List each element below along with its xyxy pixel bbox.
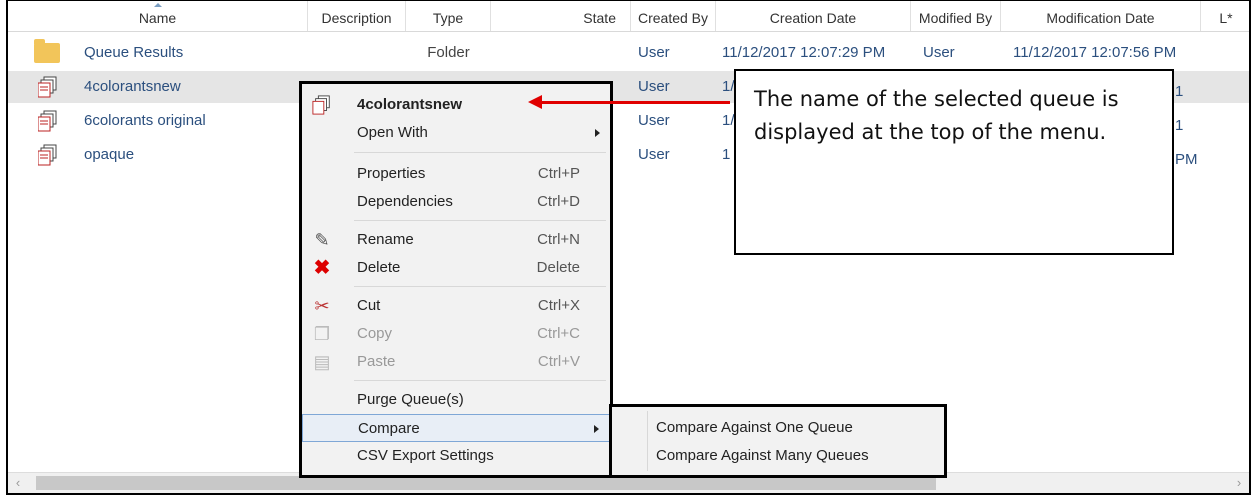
- row-creation-date: 1: [722, 146, 731, 163]
- row-type: Folder: [427, 44, 470, 61]
- submenu-arrow-icon: [594, 425, 599, 433]
- queue-icon: [38, 144, 57, 166]
- menu-item-shortcut: Ctrl+P: [537, 165, 580, 182]
- scroll-thumb[interactable]: [36, 476, 936, 490]
- arrowhead-icon: [528, 95, 542, 109]
- menu-item-label: Compare Against Many Queues: [656, 447, 869, 464]
- menu-item-shortcut: Ctrl+C: [537, 325, 580, 342]
- menu-item-shortcut: Delete: [536, 259, 580, 276]
- menu-title-label: 4colorantsnew: [357, 96, 463, 113]
- menu-item-rename[interactable]: ✎ Rename Ctrl+N: [302, 226, 610, 254]
- column-modification-date[interactable]: Modification Date: [1001, 1, 1201, 31]
- menu-item-label: Paste: [357, 353, 396, 370]
- row-modification-date: 1: [1175, 117, 1184, 134]
- menu-title: 4colorantsnew: [302, 91, 610, 119]
- menu-item-label: Rename: [357, 231, 414, 248]
- row-modification-date: 1: [1175, 83, 1184, 100]
- menu-item-properties[interactable]: Properties Ctrl+P: [302, 160, 610, 188]
- menu-item-cut[interactable]: ✂ Cut Ctrl+X: [302, 292, 610, 320]
- copy-icon: ❐: [313, 324, 331, 344]
- scissors-icon: ✂: [314, 296, 330, 316]
- compare-submenu: Compare Against One Queue Compare Agains…: [609, 404, 947, 478]
- menu-item-shortcut: Ctrl+X: [537, 297, 580, 314]
- row-created-by: User: [638, 112, 670, 129]
- menu-item-dependencies[interactable]: Dependencies Ctrl+D: [302, 188, 610, 216]
- menu-item-label: Cut: [357, 297, 381, 314]
- table-row[interactable]: Queue Results Folder User 11/12/2017 12:…: [8, 37, 1249, 69]
- menu-item-label: Dependencies: [357, 193, 453, 210]
- menu-item-delete[interactable]: ✖ Delete Delete: [302, 254, 610, 282]
- menu-separator: [354, 286, 606, 287]
- row-modification-date: 11/12/2017 12:07:56 PM: [1013, 44, 1177, 61]
- annotation-arrow: [540, 101, 730, 104]
- menu-item-label: Purge Queue(s): [357, 391, 464, 408]
- submenu-arrow-icon: [595, 129, 600, 137]
- column-modified-by[interactable]: Modified By: [911, 1, 1001, 31]
- row-name: 4colorantsnew: [84, 78, 181, 95]
- menu-item-csv-export[interactable]: CSV Export Settings: [302, 442, 610, 470]
- row-modification-date: PM: [1175, 151, 1198, 168]
- row-name: 6colorants original: [84, 112, 206, 129]
- queue-icon: [312, 95, 330, 115]
- context-menu: 4colorantsnew Open With Properties Ctrl+…: [299, 81, 613, 478]
- row-created-by: User: [638, 146, 670, 163]
- menu-item-compare[interactable]: Compare: [302, 414, 610, 442]
- column-type[interactable]: Type: [406, 1, 491, 31]
- delete-x-icon: ✖: [313, 257, 331, 279]
- menu-item-label: Delete: [357, 259, 401, 276]
- annotation-callout: The name of the selected queue is displa…: [734, 69, 1174, 255]
- column-creation-date[interactable]: Creation Date: [716, 1, 911, 31]
- row-creation-date: 1/: [722, 78, 735, 95]
- column-name-label: Name: [138, 10, 177, 26]
- column-state[interactable]: State: [491, 1, 631, 31]
- menu-item-open-with[interactable]: Open With: [302, 119, 610, 147]
- menu-separator: [354, 380, 606, 381]
- row-modified-by: User: [923, 44, 955, 61]
- column-name[interactable]: Name: [8, 1, 308, 31]
- row-created-by: User: [638, 78, 670, 95]
- paste-icon: ▤: [313, 352, 331, 372]
- column-header: Name Description Type State Created By C…: [8, 1, 1249, 32]
- row-name: opaque: [84, 146, 135, 163]
- menu-item-label: Compare Against One Queue: [656, 419, 853, 436]
- column-lstar[interactable]: L*: [1201, 1, 1249, 31]
- sort-arrow-icon: [153, 3, 162, 7]
- menu-item-shortcut: Ctrl+D: [537, 193, 580, 210]
- row-creation-date: 11/12/2017 12:07:29 PM: [722, 44, 886, 61]
- menu-item-label: CSV Export Settings: [357, 447, 494, 464]
- column-description[interactable]: Description: [308, 1, 406, 31]
- column-created-by[interactable]: Created By: [631, 1, 716, 31]
- queue-icon: [38, 76, 57, 98]
- row-name: Queue Results: [84, 44, 184, 61]
- menu-item-compare-one[interactable]: Compare Against One Queue: [612, 414, 944, 442]
- menu-separator: [354, 152, 606, 153]
- row-creation-date: 1/: [722, 112, 735, 129]
- menu-item-shortcut: Ctrl+N: [537, 231, 580, 248]
- scroll-left-icon[interactable]: ‹: [8, 473, 28, 493]
- menu-item-compare-many[interactable]: Compare Against Many Queues: [612, 442, 944, 470]
- menu-item-paste[interactable]: ▤ Paste Ctrl+V: [302, 348, 610, 376]
- menu-item-label: Open With: [357, 124, 428, 141]
- pencil-icon: ✎: [314, 230, 330, 250]
- row-created-by: User: [638, 44, 670, 61]
- menu-item-shortcut: Ctrl+V: [537, 353, 580, 370]
- scroll-right-icon[interactable]: ›: [1229, 473, 1249, 493]
- queue-icon: [38, 110, 57, 132]
- menu-item-label: Compare: [358, 420, 420, 437]
- menu-separator: [354, 220, 606, 221]
- menu-item-label: Copy: [357, 325, 393, 342]
- folder-icon: [34, 39, 60, 63]
- menu-item-purge[interactable]: Purge Queue(s): [302, 386, 610, 414]
- menu-item-copy[interactable]: ❐ Copy Ctrl+C: [302, 320, 610, 348]
- menu-item-label: Properties: [357, 165, 426, 182]
